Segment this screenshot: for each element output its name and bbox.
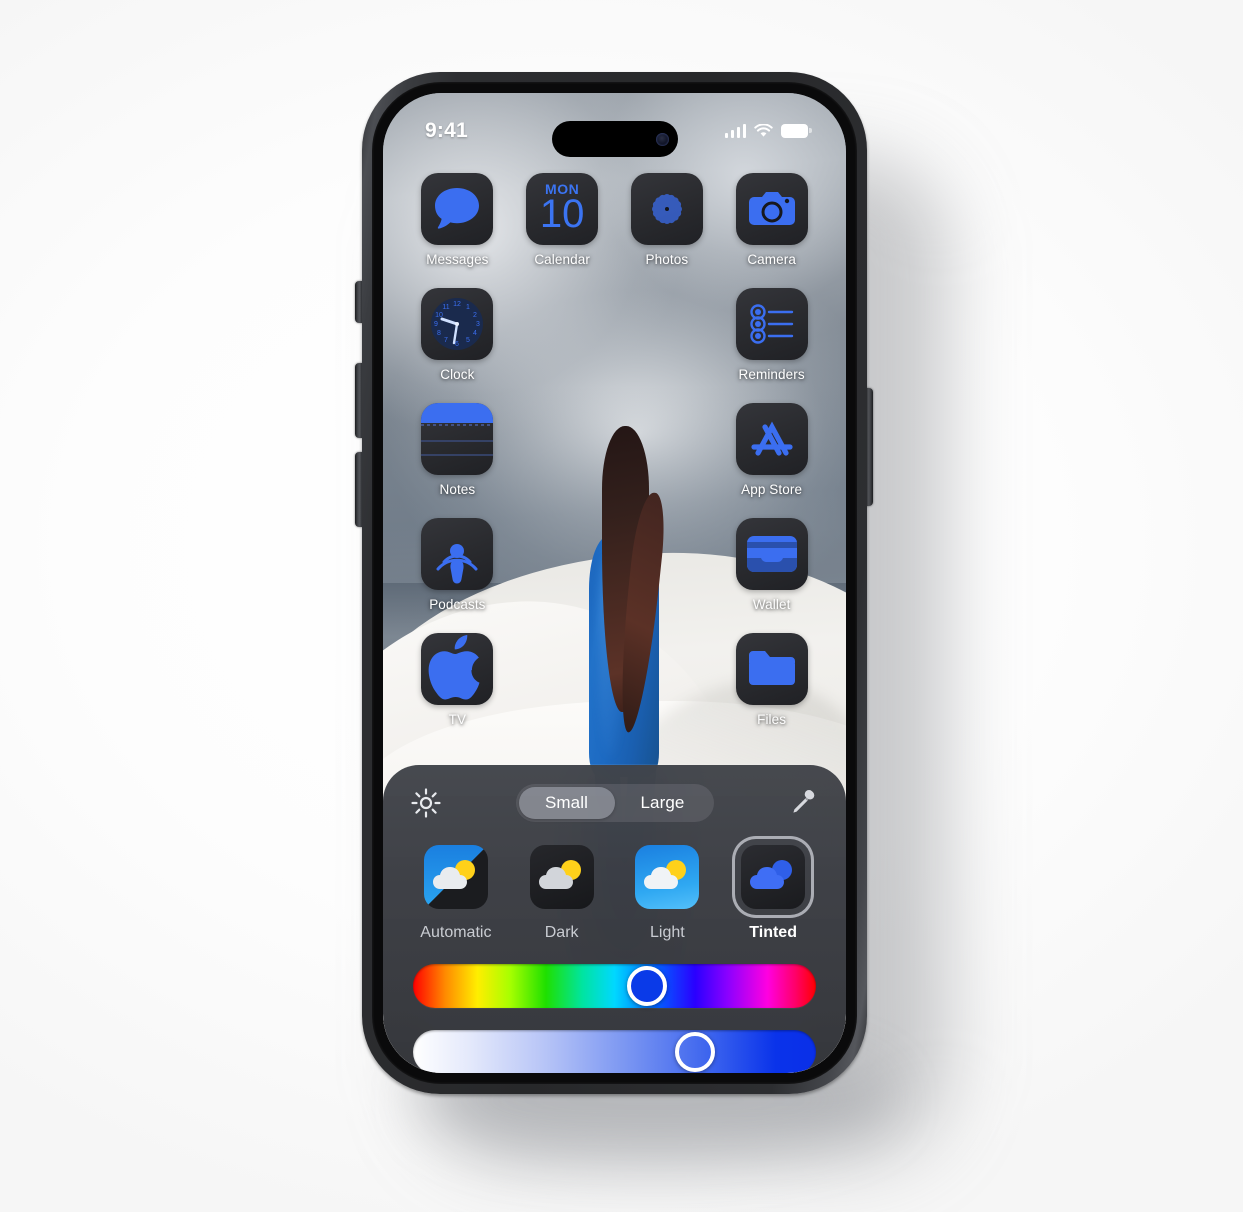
svg-text:9: 9 [434,321,438,328]
app-label: App Store [741,482,803,497]
app-cell-messages[interactable]: Messages [405,173,510,288]
hue-slider-knob[interactable] [626,966,667,1006]
svg-text:8: 8 [437,330,441,337]
appearance-icon-wrap[interactable] [735,839,811,915]
screenshot-scene: 9:41 Messages MON 10 Calendar Photos Cam… [0,0,1243,1212]
svg-text:1: 1 [466,304,470,311]
svg-text:11: 11 [443,304,450,311]
app-cell-app-store[interactable]: App Store [719,403,824,518]
battery-icon [781,124,812,138]
weather-app-light-icon[interactable] [635,845,700,909]
dynamic-island [551,121,678,157]
weather-app-dark-icon[interactable] [529,845,594,909]
device-screen: 9:41 Messages MON 10 Calendar Photos Cam… [383,93,846,1073]
app-label: Notes [439,482,476,497]
appearance-label: Tinted [749,924,797,941]
brightness-sun-icon[interactable] [411,788,441,818]
app-cell-camera[interactable]: Camera [719,173,824,288]
app-cell-podcasts[interactable]: Podcasts [405,518,510,633]
panel-header: Small Large [403,781,826,825]
icon-size-segmented-control[interactable]: Small Large [515,784,714,822]
appearance-option-dark[interactable]: Dark [509,839,615,942]
clock-icon[interactable]: 12 1 2 345 678 9 10 11 [421,288,494,360]
svg-text:6: 6 [455,341,459,348]
app-label: TV [448,712,467,727]
app-cell-clock[interactable]: 12 1 2 345 678 9 10 11 Clock [405,288,510,403]
app-cell-files[interactable]: Files [719,633,824,748]
app-cell-wallet[interactable]: Wallet [719,518,824,633]
app-label: Photos [645,252,689,267]
saturation-slider[interactable] [413,1030,816,1073]
appearance-icon-wrap[interactable] [418,839,494,915]
app-row: tv TV [405,633,824,748]
weather-app-tinted-icon[interactable] [741,845,806,909]
svg-text:4: 4 [473,330,477,337]
appearance-option-automatic[interactable]: Automatic [403,839,509,942]
status-time: 9:41 [425,119,468,142]
svg-text:3: 3 [476,321,480,328]
reminders-icon[interactable] [735,288,808,360]
calendar-icon[interactable]: MON 10 [526,173,599,245]
app-cell-notes[interactable]: Notes [405,403,510,518]
appearance-label: Dark [544,924,579,941]
app-row: Notes App Store [405,403,824,518]
app-row: 12 1 2 345 678 9 10 11 Clock Reminders [405,288,824,403]
app-label: Clock [440,367,475,382]
svg-text:7: 7 [444,337,448,344]
svg-text:2: 2 [473,312,477,319]
app-label: Reminders [738,367,805,382]
app-cell-reminders[interactable]: Reminders [719,288,824,403]
app-label: Messages [426,252,489,267]
segment-large[interactable]: Large [615,787,711,819]
cellular-bars-icon [724,124,746,138]
eyedropper-icon[interactable] [788,788,818,818]
app-label: Podcasts [429,597,486,612]
app-label: Camera [747,252,796,267]
app-label: Wallet [752,597,791,612]
hue-slider[interactable] [413,964,816,1008]
app-cell-tv[interactable]: tv TV [405,633,510,748]
podcasts-icon[interactable] [421,518,494,590]
app-row: Podcasts Wallet [405,518,824,633]
app-cell-photos[interactable]: Photos [615,173,720,288]
svg-text:5: 5 [466,337,470,344]
app-row: Messages MON 10 Calendar Photos Camera [405,173,824,288]
appearance-option-light[interactable]: Light [615,839,721,942]
camera-icon[interactable] [735,173,808,245]
saturation-slider-knob[interactable] [675,1032,716,1072]
iphone-device: 9:41 Messages MON 10 Calendar Photos Cam… [362,72,867,1094]
appearance-option-tinted[interactable]: Tinted [720,839,826,942]
files-icon[interactable] [735,633,808,705]
appearance-options: Automatic Dark Light Tinted [403,839,826,942]
device-bezel: 9:41 Messages MON 10 Calendar Photos Cam… [372,82,857,1084]
app-store-icon[interactable] [735,403,808,475]
appearance-label: Light [650,924,685,941]
appearance-label: Automatic [420,924,492,941]
app-label: Files [757,712,787,727]
customize-panel: Small Large Automatic Dark Light Tinted [383,765,846,1073]
tv-icon[interactable]: tv [421,633,494,705]
app-label: Calendar [534,252,590,267]
front-camera-icon [655,132,669,146]
messages-icon[interactable] [421,173,494,245]
photos-icon[interactable] [630,173,703,245]
status-indicators [724,124,812,138]
apple-logo-icon [429,634,480,700]
svg-text:12: 12 [453,301,461,308]
notes-icon[interactable] [421,403,494,475]
appearance-icon-wrap[interactable] [629,839,705,915]
calendar-day-number: 10 [539,192,585,236]
app-cell-calendar[interactable]: MON 10 Calendar [510,173,615,288]
appearance-icon-wrap[interactable] [524,839,600,915]
segment-small[interactable]: Small [518,787,615,819]
weather-app-automatic-icon[interactable] [423,845,488,909]
wallet-icon[interactable] [735,518,808,590]
wifi-icon [754,124,773,137]
